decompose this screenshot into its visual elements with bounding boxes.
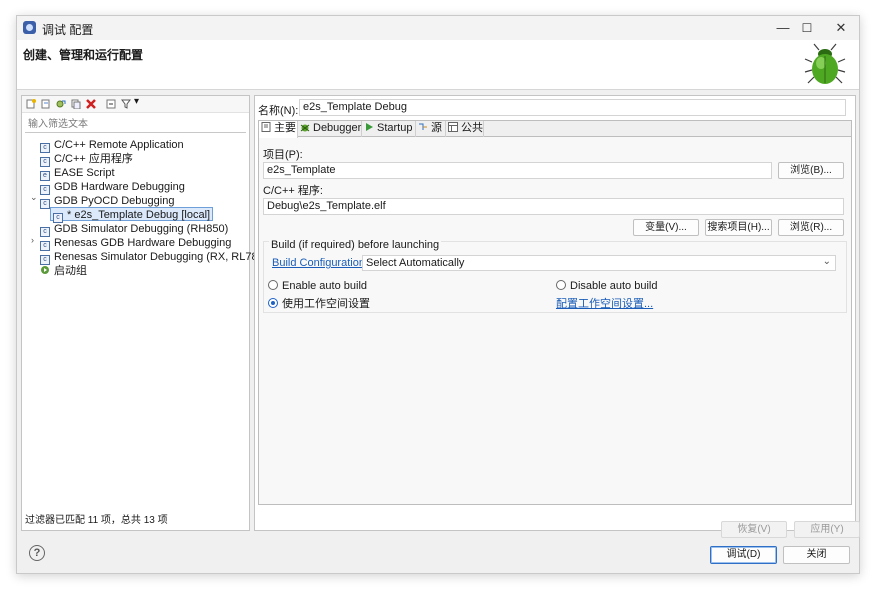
program-label: C/C++ 程序:	[263, 185, 323, 197]
enable-auto-build-radio[interactable]: Enable auto build	[268, 280, 367, 292]
close-window-button[interactable]: ✕	[827, 18, 855, 38]
tab-debugger[interactable]: Debugger	[298, 121, 362, 137]
chevron-down-icon: ⌄	[822, 256, 831, 267]
header-title: 创建、管理和运行配置	[23, 48, 144, 62]
expand-chevron-down-icon[interactable]: ⌄	[30, 192, 38, 203]
project-input[interactable]: e2s_Template	[263, 162, 772, 179]
build-configuration-value: Select Automatically	[366, 257, 465, 269]
c-config-icon: c	[40, 199, 50, 209]
build-configuration-link[interactable]: Build Configuration:	[272, 257, 368, 269]
startup-tab-icon	[366, 123, 373, 131]
window-title: 调试 配置	[42, 23, 94, 37]
debug-button[interactable]: 调试(D)	[710, 546, 777, 564]
build-group-title: Build (if required) before launching	[269, 239, 442, 251]
name-label: 名称(N):	[258, 105, 299, 117]
app-icon	[23, 21, 36, 34]
expand-chevron-right-icon[interactable]: ›	[31, 235, 34, 245]
source-tab-icon	[419, 123, 427, 130]
radio-icon	[556, 280, 566, 290]
tab-folder: 主要 Debugger Startup 源 公共 项目(P): e2s_Temp…	[258, 120, 852, 505]
config-toolbar: ▾	[22, 96, 249, 113]
filter-input[interactable]: 输入筛选文本	[25, 117, 246, 133]
build-configuration-combo[interactable]: Select Automatically ⌄	[362, 255, 836, 271]
tab-bar: 主要 Debugger Startup 源 公共	[259, 121, 851, 138]
main-tab-icon	[261, 122, 271, 132]
collapse-all-icon[interactable]	[106, 99, 116, 109]
browse-program-button[interactable]: 浏览(R)...	[778, 219, 844, 236]
tree-item-e2s-template-debug[interactable]: c * e2s_Template Debug [local]	[50, 207, 214, 223]
duplicate-icon[interactable]	[71, 99, 81, 109]
tab-startup[interactable]: Startup	[362, 121, 416, 137]
bug-icon	[804, 43, 846, 84]
disable-auto-build-radio[interactable]: Disable auto build	[556, 280, 657, 292]
configure-workspace-link[interactable]: 配置工作空间设置...	[556, 295, 653, 311]
program-input[interactable]: Debug\e2s_Template.elf	[263, 198, 844, 215]
tree-item-renesas-simulator[interactable]: c Renesas Simulator Debugging (RX, RL78)	[40, 250, 261, 265]
tree-item-launch-group[interactable]: 启动组	[40, 264, 87, 278]
search-project-button[interactable]: 搜索项目(H)...	[705, 219, 772, 236]
delete-icon[interactable]	[86, 99, 96, 109]
tree-item-gdb-pyocd[interactable]: c GDB PyOCD Debugging	[40, 194, 174, 209]
tree-item-gdb-hardware[interactable]: c GDB Hardware Debugging	[40, 180, 185, 195]
use-workspace-settings-radio[interactable]: 使用工作空间设置	[268, 295, 370, 311]
launch-group-icon	[41, 266, 49, 274]
project-label: 项目(P):	[263, 149, 303, 161]
new-prototype-icon[interactable]	[41, 99, 51, 109]
config-editor-pane: 名称(N): e2s_Template Debug 主要 Debugger St…	[254, 95, 860, 538]
maximize-button[interactable]: ☐	[793, 18, 821, 38]
tab-common[interactable]: 公共	[446, 121, 484, 137]
filter-icon[interactable]	[121, 99, 131, 109]
common-tab-icon	[448, 122, 458, 132]
title-bar: 调试 配置 — ☐ ✕	[17, 16, 859, 40]
new-config-icon[interactable]	[26, 99, 36, 109]
tree-item-ease-script[interactable]: e EASE Script	[40, 166, 115, 181]
tree-item-c-remote-app[interactable]: c C/C++ Remote Application	[40, 138, 184, 153]
close-button[interactable]: 关闭	[783, 546, 850, 564]
tree-item-c-application[interactable]: c C/C++ 应用程序	[40, 152, 133, 167]
browse-project-button[interactable]: 浏览(B)...	[778, 162, 844, 179]
dialog-header: 创建、管理和运行配置	[17, 40, 859, 90]
debug-config-dialog: 调试 配置 — ☐ ✕ 创建、管理和运行配置 ▾ 输入筛选文本 c C/C++ …	[16, 15, 860, 574]
revert-button[interactable]: 恢复(V)	[721, 521, 787, 538]
variables-button[interactable]: 变量(V)...	[633, 219, 699, 236]
build-group: Build Configuration: Select Automaticall…	[263, 241, 847, 313]
name-input[interactable]: e2s_Template Debug	[299, 99, 846, 116]
debugger-tab-icon	[300, 124, 310, 132]
tree-item-gdb-simulator-rh850[interactable]: c GDB Simulator Debugging (RH850)	[40, 222, 228, 237]
filter-status: 过滤器已匹配 11 项，总共 13 项	[25, 515, 168, 526]
filter-menu-dropdown[interactable]: ▾	[134, 96, 139, 107]
apply-button[interactable]: 应用(Y)	[794, 521, 860, 538]
tab-main[interactable]: 主要	[259, 121, 298, 138]
tab-source[interactable]: 源	[416, 121, 446, 137]
radio-selected-icon	[268, 298, 278, 308]
radio-icon	[268, 280, 278, 290]
help-icon[interactable]: ?	[29, 545, 45, 561]
tree-item-renesas-gdb-hardware[interactable]: c Renesas GDB Hardware Debugging	[40, 236, 231, 251]
export-icon[interactable]	[56, 99, 66, 109]
config-list-pane: ▾ 输入筛选文本 c C/C++ Remote Application c C/C+…	[21, 95, 261, 531]
